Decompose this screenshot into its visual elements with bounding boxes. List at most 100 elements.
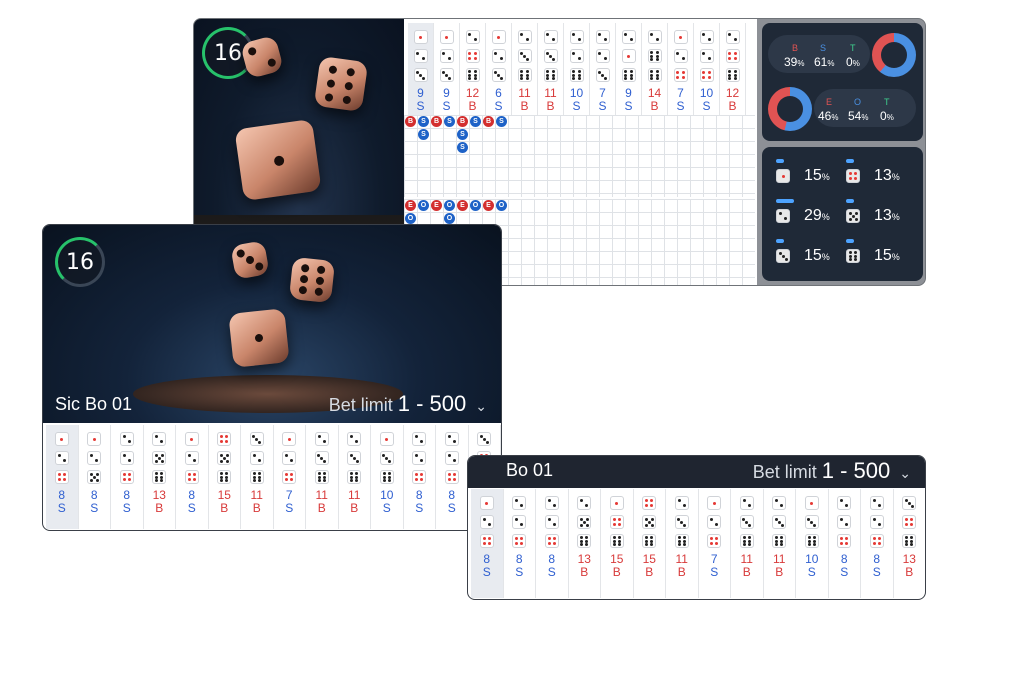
die-face-6-icon bbox=[621, 68, 636, 82]
big-small-road-grid bbox=[404, 115, 755, 197]
die-face-4-icon bbox=[184, 470, 199, 484]
die-face-1-icon bbox=[621, 49, 636, 63]
die-face-3-icon bbox=[413, 68, 428, 82]
face-pct: 13% bbox=[874, 207, 900, 224]
die-face-1-icon bbox=[491, 30, 506, 44]
history-column: 10 S bbox=[564, 23, 590, 115]
roll-total: 7 bbox=[285, 488, 293, 502]
history-column: 10 S bbox=[796, 489, 829, 598]
roll-result: S bbox=[494, 99, 503, 113]
die-face-3-icon bbox=[477, 432, 492, 446]
tie-pct: 0% bbox=[846, 55, 860, 69]
die-face-2-icon bbox=[544, 496, 559, 510]
roll-result: S bbox=[416, 99, 425, 113]
roll-total: 11 bbox=[773, 552, 786, 566]
die-face-2-icon bbox=[184, 451, 199, 465]
die-face-2-icon bbox=[577, 496, 592, 510]
roll-total: 8 bbox=[448, 488, 456, 502]
die-face-6-icon bbox=[314, 470, 329, 484]
die-face-1-icon bbox=[54, 432, 69, 446]
roll-total: 11 bbox=[675, 552, 688, 566]
die-face-6-icon bbox=[577, 534, 592, 548]
die-face-2-icon bbox=[512, 496, 527, 510]
roll-result: B bbox=[546, 99, 555, 113]
bet-limit-dropdown[interactable]: Bet limit 1 - 500 ⌄ bbox=[329, 391, 487, 417]
die-face-6-icon bbox=[543, 68, 558, 82]
roll-total: 9 bbox=[417, 86, 424, 100]
die-face-2-icon bbox=[837, 515, 852, 529]
die-face-2-icon bbox=[119, 451, 134, 465]
die-face-1-icon bbox=[776, 169, 790, 183]
roll-total: 10 bbox=[805, 552, 819, 566]
die-face-4-icon bbox=[119, 470, 134, 484]
roll-total: 7 bbox=[710, 552, 718, 566]
die-face-2-icon bbox=[152, 432, 167, 446]
roll-result: B bbox=[520, 99, 529, 113]
roll-result: B bbox=[580, 565, 589, 579]
history-column: 11 B bbox=[512, 23, 538, 115]
die-face-4-icon bbox=[673, 68, 688, 82]
bet-limit-value: 1 - 500 bbox=[821, 458, 891, 483]
roll-result: B bbox=[252, 501, 261, 515]
roll-total: 7 bbox=[599, 86, 606, 100]
bet-limit-label: Bet limit bbox=[752, 462, 817, 482]
roll-result: B bbox=[742, 565, 751, 579]
die-face-6-icon bbox=[347, 470, 362, 484]
roll-result: S bbox=[840, 565, 849, 579]
die-face-2-icon bbox=[869, 496, 884, 510]
die-face-2-icon bbox=[491, 49, 506, 63]
die-face-5-icon bbox=[152, 451, 167, 465]
die-face-3-icon bbox=[674, 515, 689, 529]
die-face-2-icon bbox=[347, 432, 362, 446]
die-face-2-icon bbox=[674, 496, 689, 510]
history-column: 14 B bbox=[642, 23, 668, 115]
bet-limit-dropdown[interactable]: Bet limit 1 - 500 ⌄ bbox=[753, 458, 911, 484]
big-small-donut-chart bbox=[872, 33, 916, 77]
die-face-2-icon bbox=[314, 432, 329, 446]
history-column: 11 B bbox=[339, 425, 371, 529]
die-face-2-icon bbox=[707, 515, 722, 529]
sicbo-table-card[interactable]: 16 Sic Bo 01 Bet limit 1 - 500 ⌄ 8S8S8S1… bbox=[42, 224, 502, 531]
die-face-1-icon bbox=[282, 432, 297, 446]
roll-result: S bbox=[90, 501, 99, 515]
roll-result: S bbox=[482, 565, 491, 579]
roll-result: B bbox=[350, 501, 359, 515]
result-history: 8 S 8 S 8 S 13 B 15 B 15 B 11 B 7 S 11 B 11 B 10 S 8 S 8 S 13 B bbox=[471, 489, 925, 598]
die-face-2-icon bbox=[544, 515, 559, 529]
frequency-bar bbox=[776, 239, 784, 243]
die-face-4-icon bbox=[512, 534, 527, 548]
die-face-5-icon bbox=[577, 515, 592, 529]
roll-result: B bbox=[905, 565, 914, 579]
die-face-2-icon bbox=[776, 209, 790, 223]
history-column: 8S bbox=[436, 425, 469, 529]
die-face-4-icon bbox=[846, 169, 860, 183]
roll-total: 14 bbox=[647, 86, 662, 100]
roll-total: 6 bbox=[495, 86, 502, 100]
history-column: 6S bbox=[486, 23, 512, 115]
roll-total: 12 bbox=[725, 86, 740, 100]
die-face-4-icon bbox=[444, 470, 459, 484]
die-face-6-icon bbox=[739, 534, 754, 548]
die-face-3-icon bbox=[347, 451, 362, 465]
history-column: 9S bbox=[616, 23, 642, 115]
roll-result: S bbox=[598, 99, 607, 113]
road-bead: S bbox=[470, 116, 481, 127]
die-face-2-icon bbox=[87, 451, 102, 465]
sicbo-table-card-compact[interactable]: Bo 01 Bet limit 1 - 500 ⌄ 8 S 8 S 8 S 13 B 15 B 15… bbox=[467, 455, 926, 600]
die-face-4-icon bbox=[837, 534, 852, 548]
roll-total: 8 bbox=[515, 552, 523, 566]
roll-total: 8 bbox=[415, 488, 423, 502]
die-image bbox=[313, 55, 369, 113]
die-face-3-icon bbox=[249, 432, 264, 446]
die-face-2-icon bbox=[569, 30, 584, 44]
road-bead: B bbox=[431, 116, 442, 127]
die-face-1-icon bbox=[413, 30, 428, 44]
face-pct: 15% bbox=[874, 247, 900, 264]
history-column: 15 B bbox=[634, 489, 666, 598]
history-column: 8S bbox=[404, 425, 436, 529]
history-column: 11 B bbox=[764, 489, 796, 598]
frequency-bar bbox=[846, 199, 854, 203]
roll-result: S bbox=[382, 501, 391, 515]
history-column: 8S bbox=[504, 489, 536, 598]
roll-total: 12 bbox=[465, 86, 480, 100]
